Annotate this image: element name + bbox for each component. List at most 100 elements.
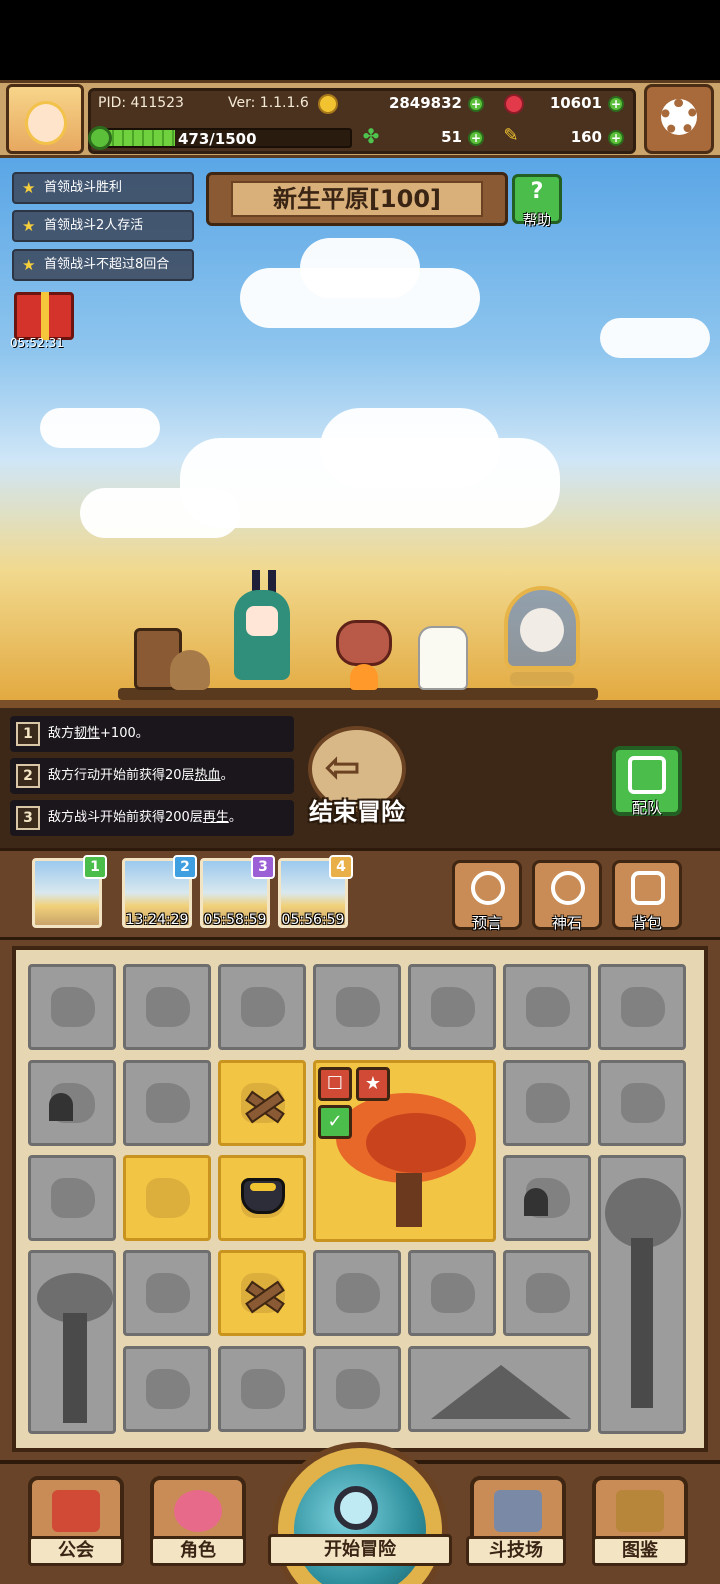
team-label: 配队 [631, 799, 662, 817]
star-marker-icon[interactable]: ★ [356, 1067, 390, 1101]
crossed-swords-icon [494, 1490, 542, 1532]
map-tile[interactable] [28, 1155, 116, 1241]
effect-keyword[interactable]: 再生 [203, 810, 229, 825]
ruby-gem-icon [504, 94, 524, 114]
zone-title: 新生平原[100] [231, 181, 483, 217]
shrine-maiden-npc[interactable] [504, 586, 580, 690]
effect-text: 敌方 [48, 726, 75, 741]
thumbs-up-marker-icon[interactable]: ✓ [318, 1105, 352, 1139]
guild-house-icon [52, 1490, 100, 1532]
hero-face [246, 606, 278, 636]
card-badge: 3 [251, 855, 275, 879]
enemy-effect-3: 3 敌方战斗开始前获得200层再生。 [10, 800, 294, 836]
codex-book-icon [616, 1490, 664, 1532]
cooking-pot-icon [241, 1178, 285, 1214]
help-label: 帮助 [523, 213, 551, 229]
experience-icon [88, 126, 112, 150]
campfire-roast-prop [316, 620, 406, 696]
gear-icon [661, 99, 697, 135]
backpack-label: 背包 [631, 914, 662, 932]
settings-button[interactable] [644, 84, 714, 154]
dead-tree-tile[interactable] [598, 1155, 686, 1434]
gray-tree-icon [605, 1178, 683, 1418]
map-tile[interactable] [598, 964, 686, 1050]
map-tile[interactable] [408, 1250, 496, 1336]
add-key-button[interactable]: + [608, 130, 624, 146]
backpack-icon [631, 871, 665, 905]
gift-timer: 05:52:31 [10, 336, 64, 350]
quest-item[interactable]: ★ 首领战斗不超过8回合 [12, 249, 194, 281]
autumn-tree-tile[interactable]: ☐ ★ ✓ [313, 1060, 496, 1242]
nav-codex-label: 图鉴 [592, 1536, 688, 1566]
return-arrow-icon: ⇦ [324, 742, 361, 793]
map-tile[interactable] [218, 1346, 306, 1432]
nav-guild-label: 公会 [28, 1536, 124, 1566]
system-status-bar [0, 0, 720, 80]
effect-number: 2 [16, 764, 40, 788]
white-cat-npc[interactable] [418, 626, 468, 690]
prophecy-icon [471, 871, 505, 905]
map-tile[interactable] [313, 1346, 401, 1432]
fire-icon [350, 664, 378, 690]
zone-banner: 新生平原[100] [206, 172, 508, 226]
map-tile[interactable] [598, 1060, 686, 1146]
map-tile-lit[interactable] [218, 1060, 306, 1146]
effect-text: +100。 [100, 726, 149, 741]
map-tile[interactable] [28, 964, 116, 1050]
star-icon: ★ [22, 256, 36, 274]
map-tile-lit[interactable] [218, 1250, 306, 1336]
door-icon [49, 1093, 73, 1121]
card-badge: 1 [83, 855, 107, 879]
map-tile[interactable] [503, 1060, 591, 1146]
star-icon: ★ [22, 217, 36, 235]
effect-keyword[interactable]: 韧性 [74, 726, 100, 741]
star-icon: ★ [22, 179, 36, 197]
key-amount: 160 [570, 128, 602, 146]
avatar-face [25, 101, 67, 145]
effect-text: 。 [220, 768, 234, 783]
map-tile[interactable] [408, 964, 496, 1050]
team-icon [628, 756, 666, 794]
map-tile-lit[interactable] [123, 1155, 211, 1241]
map-tile[interactable] [503, 1155, 591, 1241]
map-card-1[interactable]: 1 [32, 855, 107, 928]
dead-tree-tile[interactable] [28, 1250, 116, 1434]
map-tile[interactable] [503, 1250, 591, 1336]
map-tile[interactable] [123, 1250, 211, 1336]
map-tile[interactable] [123, 964, 211, 1050]
gift-box-icon[interactable] [14, 292, 74, 340]
nav-arena-label: 斗技场 [466, 1536, 566, 1566]
map-tile[interactable] [313, 1250, 401, 1336]
autumn-tree-icon [336, 1093, 486, 1233]
quest-item[interactable]: ★ 首领战斗2人存活 [12, 210, 194, 242]
question-icon: ? [530, 179, 544, 204]
effect-number: 1 [16, 722, 40, 746]
map-tile[interactable] [123, 1346, 211, 1432]
quest-label: 首领战斗2人存活 [44, 218, 144, 233]
gold-amount: 2849832 [388, 94, 462, 112]
card-timer: 05:58:59 [203, 912, 267, 928]
effect-number: 3 [16, 806, 40, 830]
map-tile[interactable] [313, 964, 401, 1050]
card-timer: 13:24:29 [125, 912, 189, 928]
effect-text: 。 [228, 810, 242, 825]
card-badge: 2 [173, 855, 197, 879]
map-tile[interactable] [28, 1060, 116, 1146]
effect-keyword[interactable]: 热血 [195, 768, 221, 783]
card-badge: 4 [329, 855, 353, 879]
quest-item[interactable]: ★ 首领战斗胜利 [12, 172, 194, 204]
map-tile[interactable] [218, 964, 306, 1050]
hill-tile[interactable] [408, 1346, 591, 1432]
door-icon [524, 1188, 548, 1216]
add-ruby-button[interactable]: + [608, 96, 624, 112]
map-tile-lit[interactable] [218, 1155, 306, 1241]
shop-marker-icon[interactable]: ☐ [318, 1067, 352, 1101]
experience-value: 473/1500 [178, 130, 257, 148]
map-tile[interactable] [123, 1060, 211, 1146]
hero-bunny-girl[interactable] [228, 570, 294, 690]
add-clover-button[interactable]: + [468, 130, 484, 146]
player-avatar[interactable] [6, 84, 84, 154]
map-tile[interactable] [503, 964, 591, 1050]
add-gold-button[interactable]: + [468, 96, 484, 112]
quest-label: 首领战斗胜利 [44, 180, 123, 195]
